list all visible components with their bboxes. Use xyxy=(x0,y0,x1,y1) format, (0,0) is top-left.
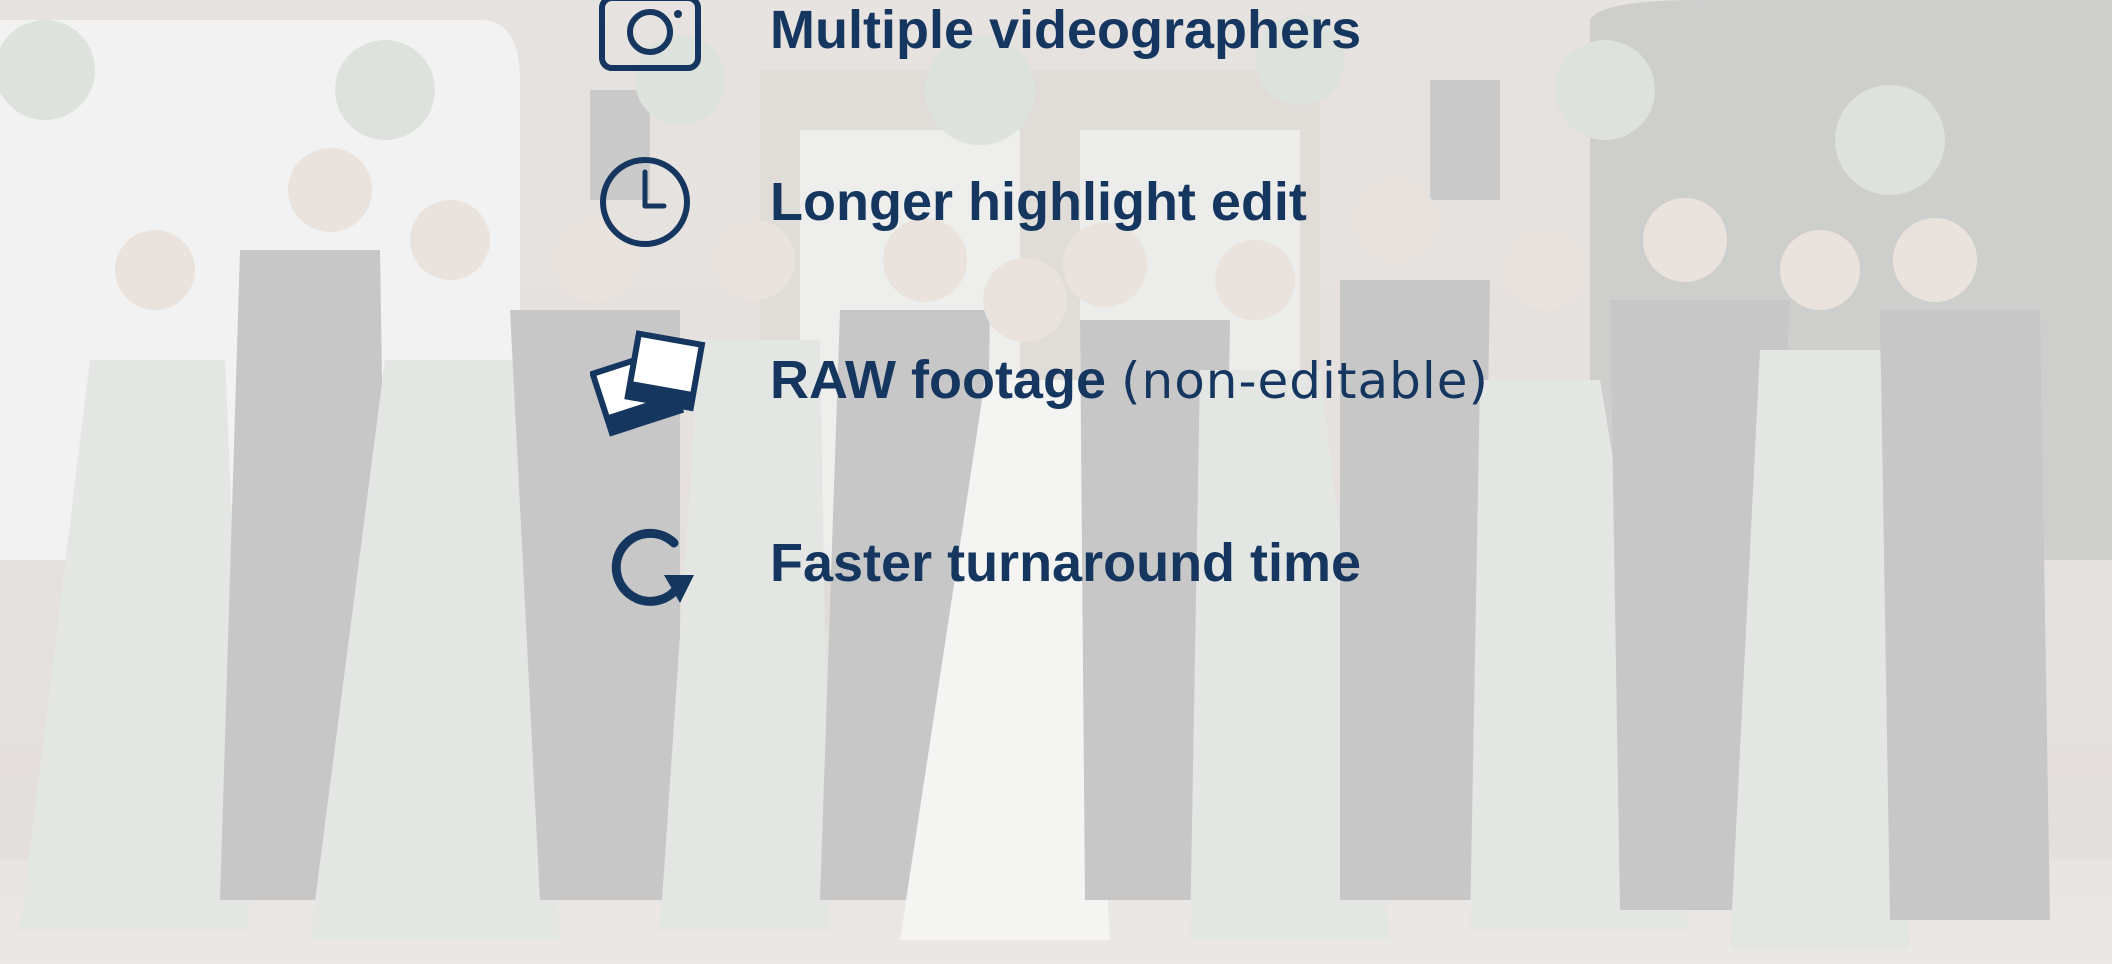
feature-label: Longer highlight edit xyxy=(770,175,1307,229)
feature-item-multiple-videographers: Multiple videographers xyxy=(590,0,1690,90)
feature-list: Multiple videographers Longer highlight … xyxy=(0,0,2112,964)
clock-icon xyxy=(590,142,710,262)
feature-label: Multiple videographers xyxy=(770,3,1361,57)
feature-label-strong: Faster turnaround time xyxy=(770,533,1362,593)
feature-label: RAW footage (non-editable) xyxy=(770,353,1489,407)
feature-item-raw-footage: RAW footage (non-editable) xyxy=(590,320,1690,440)
feature-label-strong: Multiple videographers xyxy=(770,0,1362,60)
feature-label-strong: Longer highlight edit xyxy=(770,172,1307,232)
feature-label-note: (non-editable) xyxy=(1121,352,1490,410)
refresh-arrow-icon xyxy=(590,503,710,623)
camera-icon xyxy=(590,0,710,90)
photos-icon xyxy=(590,320,710,440)
feature-label-strong: RAW footage xyxy=(770,350,1106,410)
feature-item-longer-highlight-edit: Longer highlight edit xyxy=(590,142,1690,262)
feature-label: Faster turnaround time xyxy=(770,536,1361,590)
feature-item-faster-turnaround-time: Faster turnaround time xyxy=(590,503,1690,623)
